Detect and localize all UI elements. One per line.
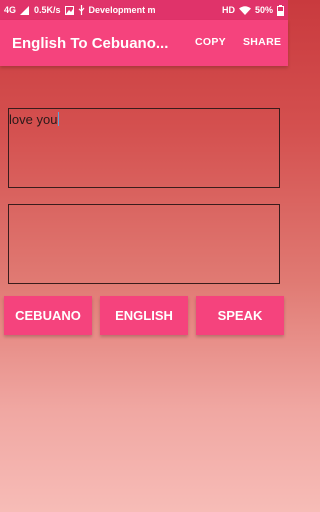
network-type: 4G (4, 5, 17, 15)
source-text-value: love you (9, 112, 58, 127)
share-button[interactable]: SHARE (243, 36, 281, 48)
image-icon (64, 5, 74, 15)
app-bar: English To Cebuano... COPY SHARE (0, 20, 288, 66)
usb-icon (78, 5, 85, 15)
notification-text: Development m (88, 5, 156, 15)
signal-icon (20, 5, 30, 15)
status-bar: 4G 0.5K/s Development m HD 50% (0, 0, 288, 20)
hd-indicator: HD (221, 5, 235, 15)
source-text-input[interactable]: love you (8, 108, 280, 188)
app-title: English To Cebuano... (12, 34, 169, 52)
text-cursor (58, 112, 60, 126)
battery-icon (277, 4, 284, 16)
copy-button[interactable]: COPY (195, 36, 226, 48)
network-speed: 0.5K/s (34, 5, 61, 15)
translation-output-field[interactable] (8, 204, 280, 284)
wifi-icon (238, 5, 251, 15)
translate-to-english-button[interactable]: ENGLISH (100, 296, 188, 335)
battery-percent: 50% (254, 5, 273, 15)
translate-to-cebuano-button[interactable]: CEBUANO (4, 296, 92, 335)
speak-button[interactable]: SPEAK (196, 296, 284, 335)
